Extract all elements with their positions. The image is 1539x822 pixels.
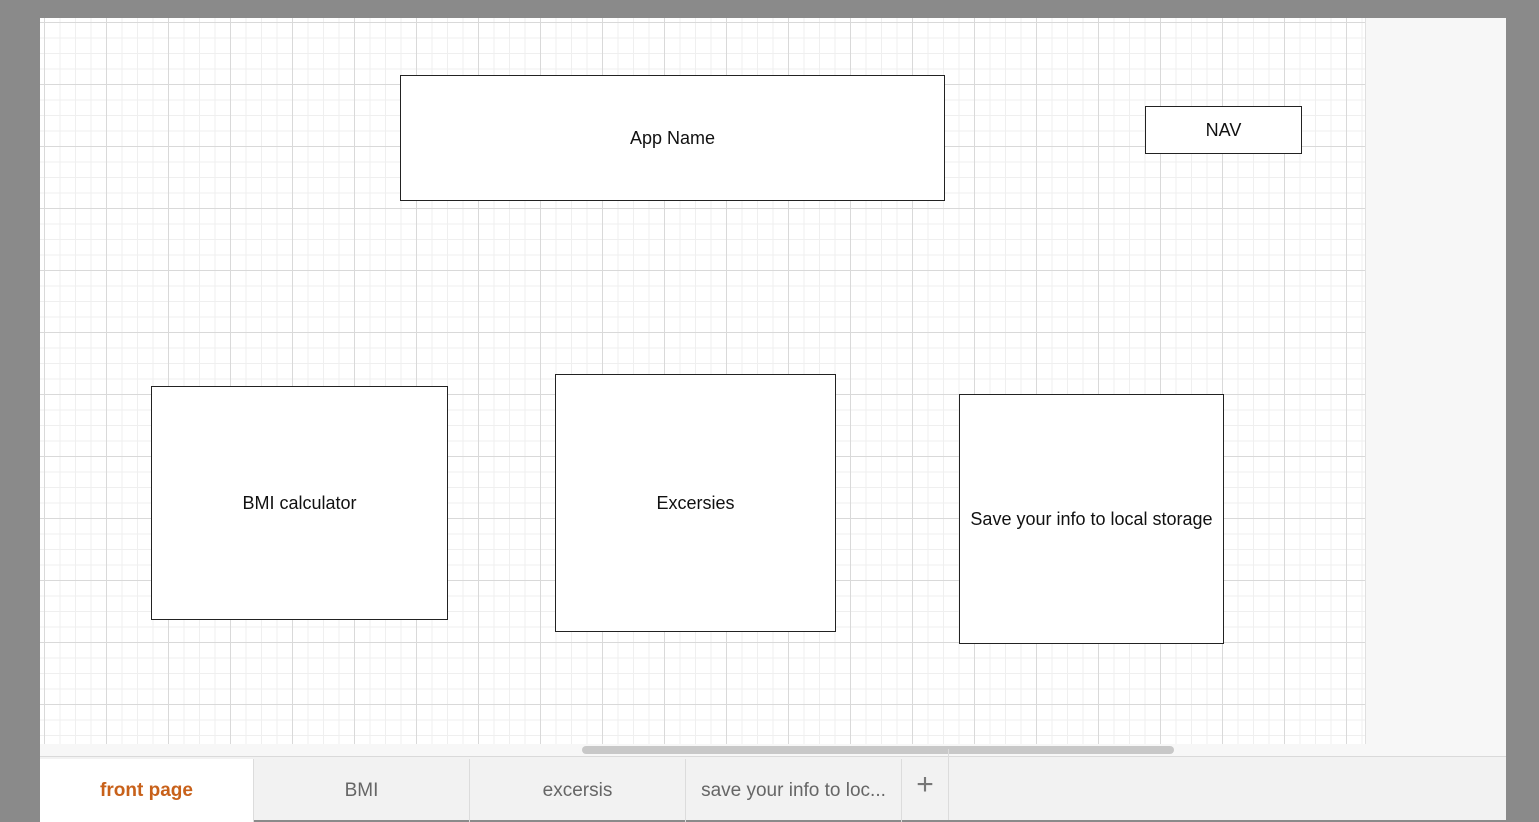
horizontal-scrollbar[interactable] (582, 746, 1174, 754)
page-tab-bar: front page BMI excersis save your info t… (40, 749, 1506, 822)
tab-label: BMI (344, 779, 379, 801)
canvas-area: App Name NAV BMI calculator Excersies Sa… (40, 18, 1506, 764)
shape-label: Save your info to local storage (970, 508, 1213, 529)
shape-exercises[interactable]: Excersies (555, 374, 836, 632)
tab-front-page[interactable]: front page (40, 759, 254, 822)
shape-nav[interactable]: NAV (1145, 106, 1302, 154)
plus-icon: + (916, 767, 934, 801)
shape-label: BMI calculator (242, 492, 357, 513)
tab-label: front page (100, 779, 193, 801)
shape-bmi-calculator[interactable]: BMI calculator (151, 386, 448, 620)
tab-label: excersis (542, 779, 613, 801)
diagram-editor: App Name NAV BMI calculator Excersies Sa… (8, 8, 1539, 822)
tab-label: save your info to loc... (701, 779, 886, 801)
add-page-button[interactable]: + (902, 749, 949, 820)
shape-label: NAV (1205, 119, 1242, 140)
tab-bmi[interactable]: BMI (254, 759, 470, 822)
tab-save-info[interactable]: save your info to loc... (686, 759, 902, 822)
shape-label: Excersies (656, 492, 735, 513)
diagram-page[interactable]: App Name NAV BMI calculator Excersies Sa… (40, 18, 1366, 744)
shape-label: App Name (629, 127, 716, 148)
shape-app-name[interactable]: App Name (400, 75, 945, 201)
tab-exercises[interactable]: excersis (470, 759, 686, 822)
shape-save-info[interactable]: Save your info to local storage (959, 394, 1224, 644)
